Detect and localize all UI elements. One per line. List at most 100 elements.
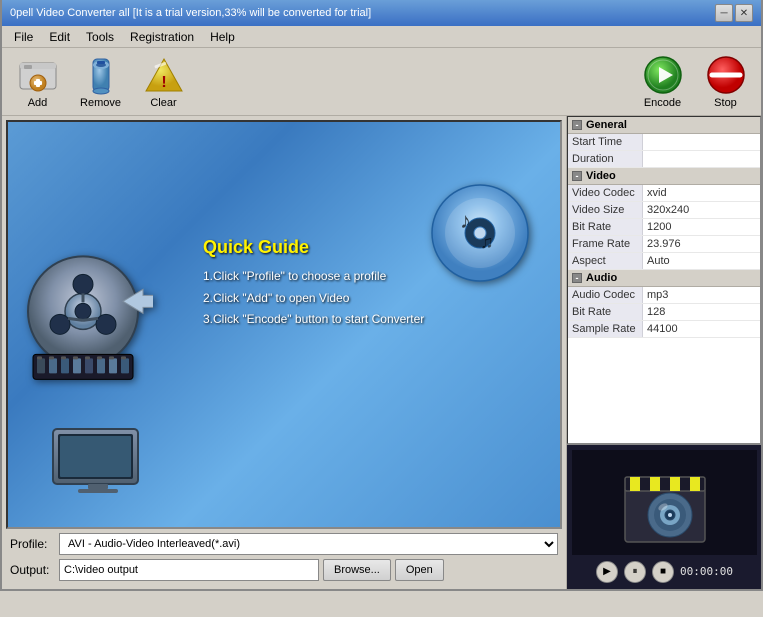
menu-tools[interactable]: Tools xyxy=(78,28,122,46)
clear-button[interactable]: ! Clear xyxy=(136,51,191,113)
properties-panel: - General Start Time Duration - Video xyxy=(567,116,761,444)
start-time-label: Start Time xyxy=(568,134,643,150)
title-bar: 0pell Video Converter all [It is a trial… xyxy=(2,0,761,26)
add-button[interactable]: Add xyxy=(10,51,65,113)
general-section-header: - General xyxy=(568,117,760,134)
toolbar: Add Remove xyxy=(2,48,761,116)
stop-icon xyxy=(706,55,746,95)
left-panel: ♪ ♫ Quick Guide 1.Click "Profile" to cho… xyxy=(2,116,566,589)
video-size-value: 320x240 xyxy=(643,202,760,218)
clapperboard-icon xyxy=(615,457,715,547)
remove-label: Remove xyxy=(80,97,121,109)
guide-step-2: 2.Click "Add" to open Video xyxy=(203,288,424,310)
film-reel-icon xyxy=(23,246,153,389)
aspect-label: Aspect xyxy=(568,253,643,269)
video-size-row: Video Size 320x240 xyxy=(568,202,760,219)
sample-rate-label: Sample Rate xyxy=(568,321,643,337)
bottom-controls: Profile: AVI - Audio-Video Interleaved(*… xyxy=(6,529,562,585)
encode-button[interactable]: Encode xyxy=(635,51,690,113)
frame-rate-label: Frame Rate xyxy=(568,236,643,252)
video-section-label: Video xyxy=(586,170,616,182)
start-time-row: Start Time xyxy=(568,134,760,151)
preview-area: ♪ ♫ Quick Guide 1.Click "Profile" to cho… xyxy=(6,120,562,529)
minimize-button[interactable]: ─ xyxy=(715,4,733,22)
stop-label: Stop xyxy=(714,97,737,109)
guide-title: Quick Guide xyxy=(203,237,424,258)
svg-text:!: ! xyxy=(161,74,166,91)
right-panel: - General Start Time Duration - Video xyxy=(566,116,761,589)
output-input[interactable] xyxy=(59,559,319,581)
aspect-row: Aspect Auto xyxy=(568,253,760,270)
guide-step-1: 1.Click "Profile" to choose a profile xyxy=(203,266,424,288)
duration-label: Duration xyxy=(568,151,643,167)
guide-steps: 1.Click "Profile" to choose a profile 2.… xyxy=(203,266,424,331)
clear-icon: ! xyxy=(144,55,184,95)
frame-rate-value: 23.976 xyxy=(643,236,760,252)
profile-row: Profile: AVI - Audio-Video Interleaved(*… xyxy=(10,533,558,555)
encode-label: Encode xyxy=(644,97,681,109)
play-button[interactable]: ▶ xyxy=(596,561,618,583)
browse-button[interactable]: Browse... xyxy=(323,559,391,581)
menu-bar: File Edit Tools Registration Help xyxy=(2,26,761,48)
media-preview xyxy=(572,450,757,555)
clear-label: Clear xyxy=(150,97,176,109)
video-codec-row: Video Codec xvid xyxy=(568,185,760,202)
content-area: ♪ ♫ Quick Guide 1.Click "Profile" to cho… xyxy=(2,116,761,589)
svg-text:♫: ♫ xyxy=(480,232,494,252)
general-section-label: General xyxy=(586,119,627,131)
bit-rate-value: 1200 xyxy=(643,219,760,235)
frame-rate-row: Frame Rate 23.976 xyxy=(568,236,760,253)
video-section-header: - Video xyxy=(568,168,760,185)
audio-codec-value: mp3 xyxy=(643,287,760,303)
open-button[interactable]: Open xyxy=(395,559,444,581)
media-player: ▶ ⏸ ■ 00:00:00 xyxy=(567,444,761,589)
encode-icon xyxy=(643,55,683,95)
remove-button[interactable]: Remove xyxy=(73,51,128,113)
profile-label: Profile: xyxy=(10,537,55,551)
audio-section-header: - Audio xyxy=(568,270,760,287)
video-codec-label: Video Codec xyxy=(568,185,643,201)
sample-rate-value: 44100 xyxy=(643,321,760,337)
remove-icon xyxy=(81,55,121,95)
quick-guide: ♪ ♫ Quick Guide 1.Click "Profile" to cho… xyxy=(8,122,560,527)
profile-select[interactable]: AVI - Audio-Video Interleaved(*.avi) xyxy=(59,533,558,555)
stop-button[interactable]: Stop xyxy=(698,51,753,113)
menu-help[interactable]: Help xyxy=(202,28,243,46)
sample-rate-row: Sample Rate 44100 xyxy=(568,321,760,338)
menu-registration[interactable]: Registration xyxy=(122,28,202,46)
general-collapse-icon[interactable]: - xyxy=(572,120,582,130)
tv-icon xyxy=(48,424,148,507)
audio-section-label: Audio xyxy=(586,272,617,284)
duration-value xyxy=(643,151,760,167)
audio-bitrate-value: 128 xyxy=(643,304,760,320)
audio-codec-row: Audio Codec mp3 xyxy=(568,287,760,304)
svg-text:♪: ♪ xyxy=(460,208,471,233)
window-title: 0pell Video Converter all [It is a trial… xyxy=(10,7,371,19)
video-size-label: Video Size xyxy=(568,202,643,218)
media-controls: ▶ ⏸ ■ 00:00:00 xyxy=(594,559,735,585)
add-label: Add xyxy=(28,97,48,109)
output-row: Output: Browse... Open xyxy=(10,559,558,581)
close-button[interactable]: ✕ xyxy=(735,4,753,22)
main-window: 0pell Video Converter all [It is a trial… xyxy=(0,0,763,591)
guide-text-container: Quick Guide 1.Click "Profile" to choose … xyxy=(203,237,424,331)
start-time-value xyxy=(643,134,760,150)
add-icon xyxy=(18,55,58,95)
time-display: 00:00:00 xyxy=(680,565,733,578)
audio-codec-label: Audio Codec xyxy=(568,287,643,303)
guide-step-3: 3.Click "Encode" button to start Convert… xyxy=(203,309,424,331)
media-stop-button[interactable]: ■ xyxy=(652,561,674,583)
audio-bitrate-label: Bit Rate xyxy=(568,304,643,320)
duration-row: Duration xyxy=(568,151,760,168)
audio-bitrate-row: Bit Rate 128 xyxy=(568,304,760,321)
bit-rate-row: Bit Rate 1200 xyxy=(568,219,760,236)
video-collapse-icon[interactable]: - xyxy=(572,171,582,181)
music-icon: ♪ ♫ xyxy=(430,183,530,286)
output-label: Output: xyxy=(10,563,55,577)
pause-button[interactable]: ⏸ xyxy=(624,561,646,583)
audio-collapse-icon[interactable]: - xyxy=(572,273,582,283)
aspect-value: Auto xyxy=(643,253,760,269)
title-bar-buttons: ─ ✕ xyxy=(715,4,753,22)
menu-file[interactable]: File xyxy=(6,28,41,46)
menu-edit[interactable]: Edit xyxy=(41,28,78,46)
